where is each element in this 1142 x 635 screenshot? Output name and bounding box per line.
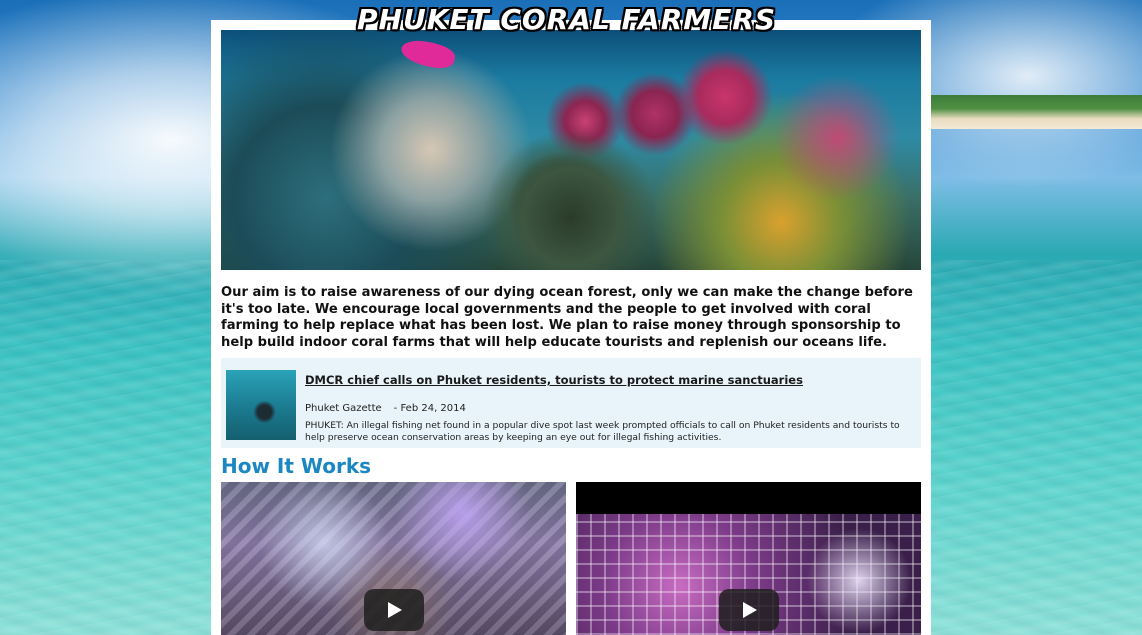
news-meta: Phuket Gazette - Feb 24, 2014 [305, 403, 466, 414]
content-panel: Our aim is to raise awareness of our dyi… [211, 20, 931, 635]
how-it-works-heading: How It Works [221, 454, 372, 478]
video-player-2[interactable] [576, 482, 921, 635]
play-button[interactable] [718, 589, 779, 631]
play-icon [387, 602, 402, 618]
beach-scenery [930, 95, 1142, 129]
hero-image [221, 30, 921, 270]
news-item: DMCR chief calls on Phuket residents, to… [221, 358, 921, 448]
play-button[interactable] [363, 589, 424, 631]
play-icon [742, 602, 757, 618]
news-date: - Feb 24, 2014 [393, 403, 466, 414]
news-title-link[interactable]: DMCR chief calls on Phuket residents, to… [305, 373, 905, 387]
intro-text: Our aim is to raise awareness of our dyi… [221, 285, 913, 350]
news-summary: PHUKET: An illegal fishing net found in … [305, 420, 900, 443]
video-player-1[interactable] [221, 482, 566, 635]
news-thumbnail[interactable] [226, 370, 296, 440]
news-source: Phuket Gazette [305, 403, 382, 414]
site-logo[interactable]: PHUKET CORAL FARMERS [357, 3, 775, 41]
